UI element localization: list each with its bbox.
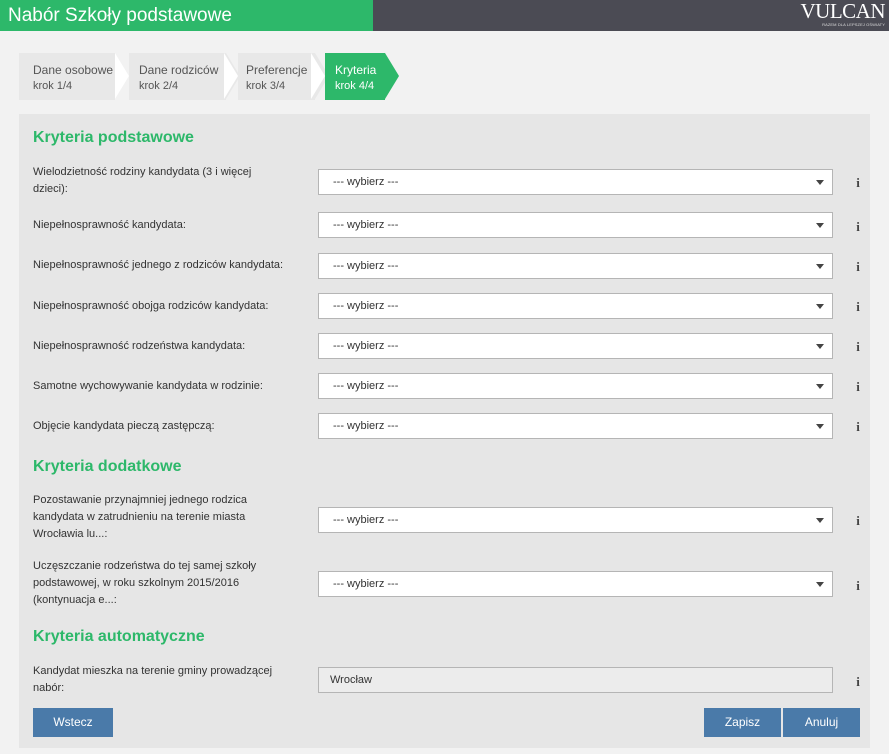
- caret-down-icon: [816, 223, 824, 228]
- caret-down-icon: [816, 344, 824, 349]
- select-value: --- wybierz ---: [333, 578, 399, 590]
- select-value: --- wybierz ---: [333, 176, 399, 188]
- field-label: Wielodzietność rodziny kandydata (3 i wi…: [33, 166, 252, 195]
- step-kryteria[interactable]: Kryteria krok 4/4: [311, 53, 399, 100]
- sibling-same-school-select[interactable]: --- wybierz ---: [318, 571, 833, 597]
- step-dane-osobowe[interactable]: Dane osobowe krok 1/4: [19, 53, 129, 100]
- info-icon[interactable]: i: [854, 578, 862, 594]
- step-number: krok 4/4: [335, 80, 375, 92]
- section-title-additional: Kryteria dodatkowe: [33, 458, 182, 475]
- field-label: Uczęszczanie rodzeństwa do tej samej szk…: [33, 560, 257, 606]
- step-preferencje[interactable]: Preferencje krok 3/4: [224, 53, 329, 100]
- step-number: krok 3/4: [246, 80, 286, 92]
- step-number: krok 2/4: [139, 80, 179, 92]
- save-button[interactable]: Zapisz: [704, 708, 781, 737]
- field-label: Kandydat mieszka na terenie gminy prowad…: [33, 665, 273, 694]
- field-label: Niepełnosprawność rodzeństwa kandydata:: [33, 340, 246, 352]
- cancel-button[interactable]: Anuluj: [783, 708, 860, 737]
- step-notch: [224, 53, 238, 99]
- step-title: Preferencje: [246, 63, 308, 77]
- field-label: Objęcie kandydata pieczą zastępczą:: [33, 420, 215, 432]
- section-title-basic: Kryteria podstawowe: [33, 129, 194, 146]
- step-notch: [311, 53, 325, 99]
- logo-wordmark: VULCAN: [800, 0, 886, 23]
- field-label: Niepełnosprawność obojga rodziców kandyd…: [33, 300, 269, 312]
- step-notch: [115, 53, 129, 99]
- select-value: --- wybierz ---: [333, 300, 399, 312]
- info-icon[interactable]: i: [854, 219, 862, 235]
- step-arrow: [385, 53, 399, 99]
- info-icon[interactable]: i: [854, 674, 862, 690]
- caret-down-icon: [816, 518, 824, 523]
- info-icon[interactable]: i: [854, 379, 862, 395]
- criteria-panel: Kryteria podstawowe Wielodzietność rodzi…: [19, 114, 870, 748]
- vulcan-logo: VULCAN RAZEM DLA LEPSZEJ OŚWIATY: [795, 0, 886, 29]
- info-icon[interactable]: i: [854, 175, 862, 191]
- back-button[interactable]: Wstecz: [33, 708, 113, 737]
- single-parent-select[interactable]: --- wybierz ---: [318, 373, 833, 399]
- select-value: --- wybierz ---: [333, 380, 399, 392]
- select-value: --- wybierz ---: [333, 260, 399, 272]
- siblings-disability-select[interactable]: --- wybierz ---: [318, 333, 833, 359]
- both-parents-disability-select[interactable]: --- wybierz ---: [318, 293, 833, 319]
- app-header: Nabór Szkoły podstawowe VULCAN RAZEM DLA…: [0, 0, 889, 31]
- select-value: --- wybierz ---: [333, 340, 399, 352]
- info-icon[interactable]: i: [854, 299, 862, 315]
- info-icon[interactable]: i: [854, 419, 862, 435]
- step-title: Kryteria: [335, 63, 377, 77]
- municipality-field: Wrocław: [318, 667, 833, 693]
- info-icon[interactable]: i: [854, 513, 862, 529]
- field-label: Niepełnosprawność kandydata:: [33, 219, 186, 231]
- caret-down-icon: [816, 180, 824, 185]
- app-title: Nabór Szkoły podstawowe: [0, 0, 373, 31]
- step-dane-rodzicow[interactable]: Dane rodziców krok 2/4: [115, 53, 240, 100]
- caret-down-icon: [816, 384, 824, 389]
- info-icon[interactable]: i: [854, 259, 862, 275]
- foster-care-select[interactable]: --- wybierz ---: [318, 413, 833, 439]
- caret-down-icon: [816, 424, 824, 429]
- field-label: Pozostawanie przynajmniej jednego rodzic…: [33, 494, 248, 540]
- field-label: Samotne wychowywanie kandydata w rodzini…: [33, 380, 263, 392]
- section-title-automatic: Kryteria automatyczne: [33, 628, 205, 645]
- caret-down-icon: [816, 264, 824, 269]
- select-value: --- wybierz ---: [333, 219, 399, 231]
- field-label: Niepełnosprawność jednego z rodziców kan…: [33, 259, 284, 271]
- step-title: Dane osobowe: [33, 63, 114, 77]
- info-icon[interactable]: i: [854, 339, 862, 355]
- parent-employment-select[interactable]: --- wybierz ---: [318, 507, 833, 533]
- select-value: --- wybierz ---: [333, 420, 399, 432]
- candidate-disability-select[interactable]: --- wybierz ---: [318, 212, 833, 238]
- step-title: Dane rodziców: [139, 63, 219, 77]
- large-family-select[interactable]: --- wybierz ---: [318, 169, 833, 195]
- caret-down-icon: [816, 304, 824, 309]
- step-number: krok 1/4: [33, 80, 73, 92]
- one-parent-disability-select[interactable]: --- wybierz ---: [318, 253, 833, 279]
- wizard-steps: Dane osobowe krok 1/4 Dane rodziców krok…: [19, 53, 399, 100]
- caret-down-icon: [816, 582, 824, 587]
- select-value: --- wybierz ---: [333, 514, 399, 526]
